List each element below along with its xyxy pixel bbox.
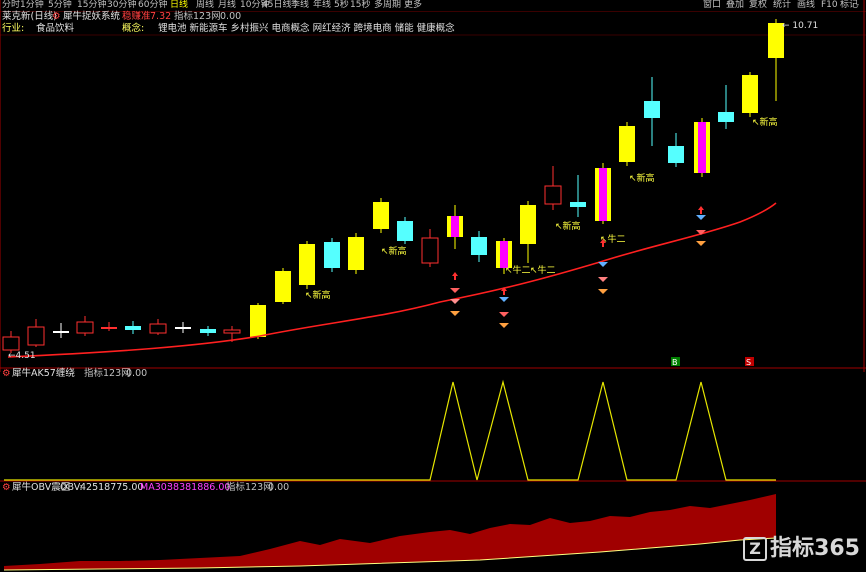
diamond-signal-8 xyxy=(598,289,608,294)
candle-body-23 xyxy=(570,202,586,207)
ak57-signal-line xyxy=(4,379,776,481)
panel3-settings-icon[interactable]: ⚙ xyxy=(2,482,11,494)
candlestick-chart[interactable]: ↖新高↖新高↖新高↖新高↖新高↖牛二↖牛二 ↖牛二← 10.71←4.51B S xyxy=(0,0,866,372)
diamond-signal-11 xyxy=(696,241,706,246)
candle-body-17 xyxy=(421,237,439,264)
signal-marker-7: ↖牛二 xyxy=(530,264,556,276)
candle-inner-20 xyxy=(500,241,508,268)
candle-body-1 xyxy=(27,326,45,346)
candle-body-30 xyxy=(742,75,758,113)
candle-body-9 xyxy=(223,329,241,334)
candle-body-5 xyxy=(125,326,141,330)
low-price-label: ←4.51 xyxy=(8,351,36,361)
up-arrow-3 xyxy=(698,206,704,214)
diamond-signal-4 xyxy=(499,312,509,317)
obv-area xyxy=(4,494,776,570)
watermark-text: 指标365 xyxy=(770,536,860,561)
candle-body-19 xyxy=(471,237,487,255)
signal-marker-3: ↖新高 xyxy=(629,172,655,184)
buy-mark-text: B xyxy=(672,358,678,367)
candle-body-0 xyxy=(2,336,20,351)
moving-average-line xyxy=(7,202,777,358)
ma30-value: 38381886.00 xyxy=(167,482,231,493)
candle-body-26 xyxy=(644,101,660,118)
signal-marker-2: ↖新高 xyxy=(555,220,581,232)
diamond-signal-2 xyxy=(450,311,460,316)
diamond-signal-5 xyxy=(499,323,509,328)
candle-body-16 xyxy=(397,221,413,241)
diamond-signal-3 xyxy=(499,297,509,302)
candle-body-12 xyxy=(299,244,315,285)
signal-marker-1: ↖新高 xyxy=(381,245,407,257)
up-arrow-0 xyxy=(452,272,458,280)
candle-body-10 xyxy=(250,305,266,337)
candle-body-6 xyxy=(149,323,167,334)
panel3-value: 0.00 xyxy=(268,482,290,493)
obv-value: 42518775.00 xyxy=(80,482,144,493)
candle-body-4 xyxy=(101,327,117,329)
diamond-signal-9 xyxy=(696,215,706,220)
diamond-signal-7 xyxy=(598,277,608,282)
candle-body-29 xyxy=(718,112,734,122)
candle-body-21 xyxy=(520,205,536,244)
panel3-title-bar: ⚙ 犀牛OBV震区 OBV: 42518775.00 MA30: 3838188… xyxy=(0,482,866,494)
signal-marker-4: ↖新高 xyxy=(752,116,778,128)
ma30-label: MA30: xyxy=(140,482,170,493)
candle-body-14 xyxy=(348,237,364,270)
diamond-signal-1 xyxy=(450,299,460,304)
diamond-signal-0 xyxy=(450,288,460,293)
candle-inner-28 xyxy=(698,122,706,173)
candle-body-27 xyxy=(668,146,684,163)
candle-body-13 xyxy=(324,242,340,268)
high-price-label: ← 10.71 xyxy=(782,21,818,31)
candle-inner-24 xyxy=(599,168,607,221)
candle-body-11 xyxy=(275,271,291,302)
candle-body-7 xyxy=(175,327,191,329)
ak57-indicator-panel[interactable] xyxy=(0,370,866,482)
candle-body-2 xyxy=(53,331,69,333)
sell-mark-text: S xyxy=(746,358,751,367)
candle-body-8 xyxy=(200,329,216,333)
watermark-icon: Z xyxy=(743,537,768,561)
watermark-logo: Z 指标365 xyxy=(743,530,860,562)
signal-marker-6: ↖牛二 xyxy=(505,264,531,276)
candle-body-22 xyxy=(544,185,562,205)
candle-body-3 xyxy=(76,321,94,334)
obv-indicator-panel[interactable] xyxy=(0,494,866,572)
candle-inner-18 xyxy=(451,216,459,237)
candle-body-25 xyxy=(619,126,635,162)
candle-body-15 xyxy=(373,202,389,229)
panel3-indicator: 指标123网 xyxy=(226,482,273,493)
signal-marker-0: ↖新高 xyxy=(305,289,331,301)
diamond-signal-6 xyxy=(598,262,608,267)
